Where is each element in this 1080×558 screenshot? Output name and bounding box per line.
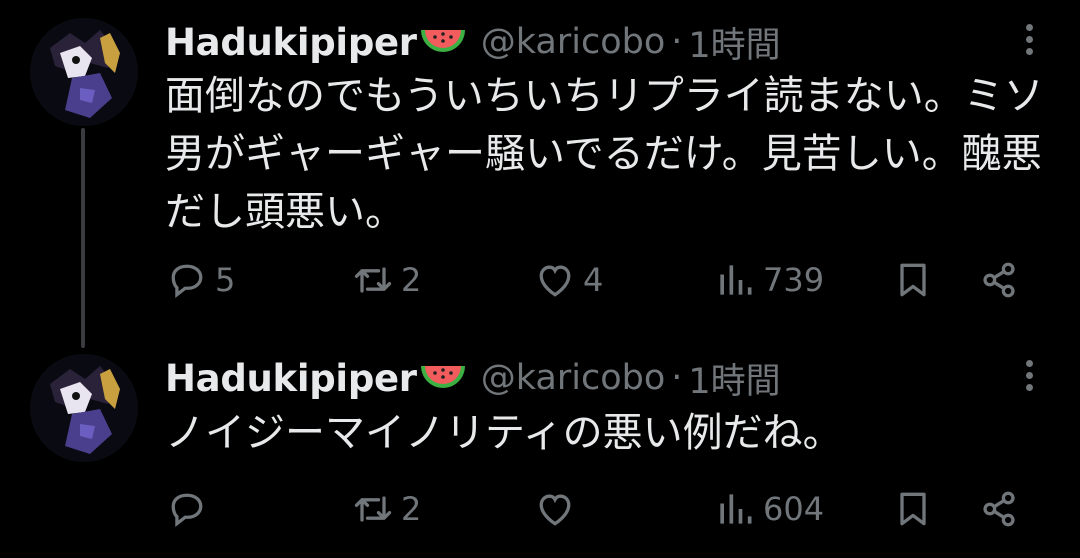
heart-icon [539,494,571,526]
timestamp[interactable]: 1時間 [688,17,780,68]
tweet[interactable]: Hadukipiper @karicobo · 1時間 ノイジーマイノリティの悪… [0,336,1080,558]
reply-icon [171,493,203,528]
author-handle[interactable]: @karicobo [481,22,666,62]
more-options-icon[interactable] [1026,24,1034,60]
more-options-icon[interactable] [1026,360,1034,396]
reply-button[interactable] [165,484,215,534]
tweet-text: 面倒なのでもういちいちリプライ読まない。ミソ男がギャーギャー騒いでるだけ。見苦し… [165,73,1044,235]
retweet-button[interactable]: 2 [351,484,421,534]
bookmark-icon [900,492,926,526]
retweet-icon [354,267,392,293]
tweet-actions: 2 604 [165,484,1050,534]
bookmark-icon [900,263,926,297]
watermelon-icon [419,358,467,398]
share-icon [983,491,1015,527]
view-count: 604 [763,490,825,528]
like-button[interactable] [533,484,583,534]
share-button[interactable] [977,484,1021,534]
tweet[interactable]: Hadukipiper @karicobo · 1時間 面倒なのでもういちいちリ… [0,0,1080,348]
bookmark-button[interactable] [891,255,935,305]
tweet-text: ノイジーマイノリティの悪い例だね。 [165,410,843,456]
watermelon-icon [419,22,467,62]
view-count: 739 [763,261,825,299]
views-icon [720,265,752,295]
author-name[interactable]: Hadukipiper [165,357,417,400]
reply-count: 5 [215,261,236,299]
like-button[interactable]: 4 [533,255,603,305]
timestamp[interactable]: 1時間 [688,353,780,404]
avatar[interactable] [30,354,138,462]
thread-connector-line [81,128,85,348]
tweet-header: Hadukipiper @karicobo · 1時間 [165,14,1020,70]
separator-dot: · [671,22,683,62]
author-handle[interactable]: @karicobo [481,358,666,398]
like-count: 4 [583,261,604,299]
retweet-icon [354,496,392,522]
views-icon [720,494,752,524]
avatar[interactable] [30,18,138,126]
heart-icon [539,265,571,297]
share-icon [983,262,1015,298]
retweet-count: 2 [401,490,422,528]
views-button[interactable]: 604 [713,484,824,534]
retweet-button[interactable]: 2 [351,255,421,305]
share-button[interactable] [977,255,1021,305]
author-name[interactable]: Hadukipiper [165,21,417,64]
views-button[interactable]: 739 [713,255,824,305]
separator-dot: · [671,358,683,398]
retweet-count: 2 [401,261,422,299]
tweet-actions: 5 2 4 739 [165,255,1050,305]
tweet-header: Hadukipiper @karicobo · 1時間 [165,350,1020,406]
reply-button[interactable]: 5 [165,255,235,305]
bookmark-button[interactable] [891,484,935,534]
reply-icon [171,264,203,299]
